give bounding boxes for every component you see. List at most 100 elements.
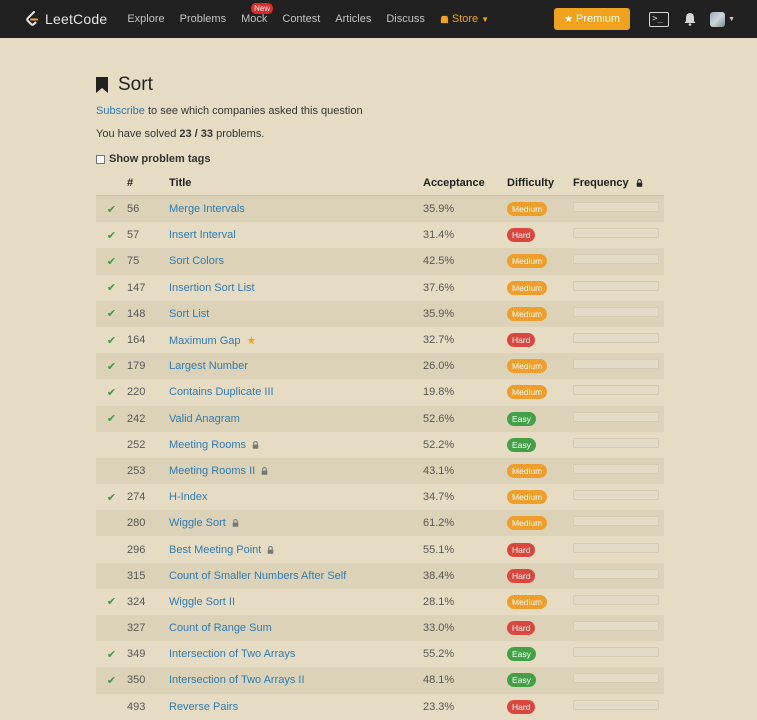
difficulty-badge: Hard — [507, 621, 536, 636]
main-content: Sort Subscribe to see which companies as… — [96, 38, 664, 720]
problem-title-link[interactable]: Sort List — [169, 308, 209, 320]
table-row[interactable]: 280 Wiggle Sort 61.2% Medium — [96, 510, 664, 537]
table-row[interactable]: 327 Count of Range Sum 33.0% Hard — [96, 615, 664, 642]
bell-icon[interactable] — [683, 12, 697, 26]
nav-discuss[interactable]: Discuss — [386, 13, 425, 25]
difficulty-badge: Medium — [507, 594, 548, 609]
avatar[interactable] — [710, 11, 726, 27]
table-row[interactable]: ✔ 274 H-Index 34.7% Medium — [96, 484, 664, 510]
header-acceptance[interactable]: Acceptance — [423, 171, 507, 196]
frequency-cell — [573, 301, 664, 327]
problem-title-link[interactable]: Sort Colors — [169, 255, 224, 267]
table-row[interactable]: ✔ 75 Sort Colors 42.5% Medium — [96, 248, 664, 275]
frequency-bar — [573, 385, 659, 396]
problem-title-link[interactable]: Count of Smaller Numbers After Self — [169, 570, 346, 582]
frequency-bar — [573, 333, 659, 344]
nav-problems[interactable]: Problems — [180, 13, 226, 25]
avatar-chevron-down-icon[interactable]: ▼ — [728, 16, 735, 23]
store-icon — [440, 15, 448, 23]
difficulty-badge: Hard — [507, 542, 536, 557]
checkmark-icon: ✔ — [106, 229, 117, 242]
status-cell: ✔ — [96, 589, 127, 615]
problem-title-link[interactable]: Intersection of Two Arrays — [169, 648, 295, 660]
premium-button[interactable]: ★ Premium — [554, 8, 631, 30]
problem-title-link[interactable]: Merge Intervals — [169, 203, 245, 215]
nav-store[interactable]: Store ▼ — [440, 13, 489, 25]
frequency-bar — [573, 254, 659, 265]
frequency-cell — [573, 563, 664, 589]
title-cell: Wiggle Sort II — [169, 589, 423, 615]
nav-right: ★ Premium >_ ▼ — [554, 0, 735, 38]
table-row[interactable]: ✔ 179 Largest Number 26.0% Medium — [96, 353, 664, 380]
show-tags-checkbox[interactable] — [96, 154, 105, 164]
problem-number: 315 — [127, 569, 146, 582]
nav-explore[interactable]: Explore — [127, 13, 164, 25]
problem-title-link[interactable]: Meeting Rooms II — [169, 465, 255, 477]
table-row[interactable]: ✔ 349 Intersection of Two Arrays 55.2% Easy — [96, 641, 664, 667]
title-cell: Reverse Pairs — [169, 694, 423, 720]
table-row[interactable]: 253 Meeting Rooms II 43.1% Medium — [96, 457, 664, 485]
table-row[interactable]: ✔ 350 Intersection of Two Arrays II 48.1% Ea… — [96, 667, 664, 694]
console-icon[interactable]: >_ — [649, 11, 670, 27]
acceptance-rate: 43.1% — [423, 464, 455, 477]
acceptance-rate: 31.4% — [423, 229, 455, 242]
problem-number: 75 — [127, 255, 140, 268]
problem-title-link[interactable]: Maximum Gap — [169, 335, 241, 347]
problem-title-link[interactable]: Insertion Sort List — [169, 282, 255, 294]
frequency-bar — [573, 228, 659, 239]
acceptance-rate: 26.0% — [423, 360, 455, 373]
difficulty-badge: Hard — [507, 568, 536, 583]
header-title[interactable]: Title — [169, 171, 423, 196]
checkmark-icon: ✔ — [106, 360, 117, 373]
show-tags-toggle[interactable]: Show problem tags — [96, 153, 664, 165]
leetcode-logo[interactable]: LeetCode — [25, 11, 107, 27]
problem-title-link[interactable]: H-Index — [169, 491, 208, 503]
problem-number: 164 — [127, 334, 146, 347]
header-frequency[interactable]: Frequency — [573, 171, 664, 196]
solved-count: 23 / 33 — [179, 128, 214, 140]
table-row[interactable]: ✔ 147 Insertion Sort List 37.6% Medium — [96, 275, 664, 301]
nav-contest[interactable]: Contest — [282, 13, 320, 25]
frequency-bar — [573, 699, 659, 710]
acceptance-rate: 52.6% — [423, 412, 455, 425]
status-cell: ✔ — [96, 275, 127, 301]
table-row[interactable]: ✔ 164 Maximum Gap ★ 32.7% Hard — [96, 327, 664, 353]
table-row[interactable]: 493 Reverse Pairs 23.3% Hard — [96, 694, 664, 720]
status-cell — [96, 563, 127, 589]
table-row[interactable]: ✔ 324 Wiggle Sort II 28.1% Medium — [96, 589, 664, 615]
table-row[interactable]: ✔ 220 Contains Duplicate III 19.8% Medium — [96, 379, 664, 405]
problem-title-link[interactable]: Meeting Rooms — [169, 439, 246, 451]
difficulty-cell: Hard — [507, 222, 573, 248]
problem-title-link[interactable]: Intersection of Two Arrays II — [169, 674, 305, 686]
table-row[interactable]: ✔ 242 Valid Anagram 52.6% Easy — [96, 405, 664, 432]
table-row[interactable]: 252 Meeting Rooms 52.2% Easy — [96, 432, 664, 458]
subscribe-link[interactable]: Subscribe — [96, 105, 145, 117]
problem-title-link[interactable]: Largest Number — [169, 360, 248, 372]
problem-title-link[interactable]: Wiggle Sort II — [169, 596, 235, 608]
nav-articles[interactable]: Articles — [335, 13, 371, 25]
table-row[interactable]: 296 Best Meeting Point 55.1% Hard — [96, 536, 664, 562]
problem-title-link[interactable]: Valid Anagram — [169, 413, 240, 425]
frequency-cell — [573, 379, 664, 405]
problem-title-link[interactable]: Reverse Pairs — [169, 701, 238, 713]
leetcode-logo-icon — [26, 11, 38, 26]
table-row[interactable]: ✔ 56 Merge Intervals 35.9% Medium — [96, 195, 664, 223]
problem-title-link[interactable]: Insert Interval — [169, 229, 236, 241]
table-row[interactable]: 315 Count of Smaller Numbers After Self 38… — [96, 562, 664, 589]
frequency-bar — [573, 437, 659, 448]
header-number[interactable]: # — [127, 171, 169, 196]
problem-title-link[interactable]: Count of Range Sum — [169, 622, 272, 634]
problem-number: 350 — [127, 674, 146, 687]
header-difficulty[interactable]: Difficulty — [507, 171, 573, 196]
difficulty-badge: Medium — [507, 516, 548, 531]
nav-mock[interactable]: Mock New — [241, 3, 274, 25]
problem-title-link[interactable]: Best Meeting Point — [169, 544, 261, 556]
difficulty-cell: Medium — [507, 353, 573, 379]
frequency-cell — [573, 667, 664, 693]
show-tags-label: Show problem tags — [109, 153, 211, 165]
table-row[interactable]: ✔ 148 Sort List 35.9% Medium — [96, 300, 664, 327]
problem-title-link[interactable]: Wiggle Sort — [169, 517, 226, 529]
title-cell: Intersection of Two Arrays II — [169, 667, 423, 693]
table-row[interactable]: ✔ 57 Insert Interval 31.4% Hard — [96, 222, 664, 248]
problem-title-link[interactable]: Contains Duplicate III — [169, 386, 274, 398]
